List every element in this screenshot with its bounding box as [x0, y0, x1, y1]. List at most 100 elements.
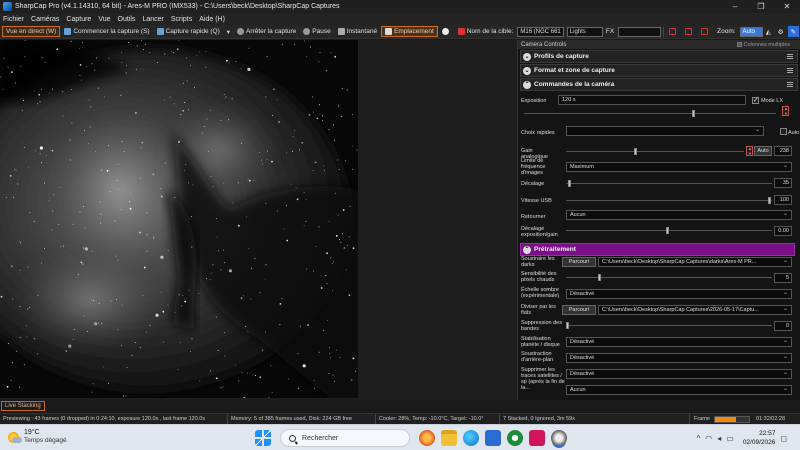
banding-slider-thumb[interactable] [566, 322, 569, 329]
gain-auto-button[interactable]: Auto [754, 146, 772, 156]
pause-button[interactable]: Pause [300, 26, 333, 37]
section-preprocessing[interactable]: ⌃ Prétraitement [520, 243, 795, 256]
quick-capture-dropdown[interactable]: ▾ [224, 26, 233, 37]
live-view-button[interactable]: Vue en direct (W) [2, 26, 61, 37]
usb-speed-slider[interactable] [566, 197, 772, 204]
satellite-trails-select[interactable]: Désactivé [566, 369, 792, 379]
snapshot-button[interactable]: Instantané [335, 26, 380, 37]
start-capture-button[interactable]: Commencer la capture (S) [61, 26, 152, 37]
astro-app-icon[interactable] [529, 430, 545, 446]
live-view-label: Vue en direct (W) [6, 28, 57, 35]
notification-icon[interactable]: ◻ [780, 434, 787, 443]
grid-icon[interactable] [698, 26, 713, 37]
exposure-gain-slider[interactable] [566, 227, 772, 234]
frame-rate-limit-select[interactable]: Maximum [566, 162, 792, 172]
flats-path-select[interactable]: C:\Users\beck\Desktop\SharpCap Captures\… [598, 305, 792, 315]
menu-file[interactable]: Fichier [3, 16, 24, 23]
hamburger-menu-icon[interactable] [787, 54, 793, 59]
weather-widget[interactable]: 19°C Temps dégagé [8, 429, 67, 445]
image-viewport[interactable] [0, 40, 517, 400]
reticle-icon[interactable] [682, 26, 697, 37]
menu-capture[interactable]: Capture [66, 16, 91, 23]
multi-columns-checkbox[interactable] [736, 42, 742, 47]
file-explorer-icon[interactable] [441, 430, 457, 446]
hot-pixel-value[interactable]: 5 [774, 273, 792, 283]
pin-icon[interactable]: ✎ [787, 26, 800, 37]
fx-select[interactable] [618, 26, 662, 37]
usb-speed-value[interactable]: 100 [774, 195, 792, 205]
gain-spinner[interactable] [746, 146, 753, 156]
exposure-gain-value[interactable]: 0.00 [774, 226, 792, 236]
chevron-up-icon[interactable]: ^ [696, 434, 700, 443]
taskbar-clock[interactable]: 22:57 02/09/2026 [743, 429, 776, 447]
target-icon [457, 28, 465, 35]
menu-help[interactable]: Aide (H) [199, 16, 225, 23]
live-stacking-tab[interactable]: Live Stacking [1, 401, 45, 411]
minimize-button[interactable]: – [722, 0, 748, 13]
menu-tools[interactable]: Outils [118, 16, 136, 23]
maximize-button[interactable]: ❐ [748, 0, 774, 13]
lx-mode-checkbox[interactable] [752, 96, 759, 104]
section-camera-controls[interactable]: ⌃ Commandes de la caméra [520, 78, 798, 91]
battery-icon[interactable]: ▭ [726, 434, 734, 443]
exposure-spinner[interactable] [782, 106, 789, 116]
menu-scripts[interactable]: Scripts [171, 16, 192, 23]
exposure-gain-slider-thumb[interactable] [666, 227, 669, 234]
banding-value[interactable]: 0 [774, 321, 792, 331]
framing-button[interactable]: Emplacement [381, 26, 438, 37]
edge-icon[interactable] [463, 430, 479, 446]
quick-capture-button[interactable]: Capture rapide (Q) [154, 26, 223, 37]
guiding-app-icon[interactable] [507, 430, 523, 446]
usb-speed-slider-thumb[interactable] [768, 197, 771, 204]
auto-exposure-checkbox[interactable] [780, 128, 787, 135]
background-subtraction-select[interactable]: Désactivé [566, 353, 792, 363]
hamburger-menu-icon[interactable] [787, 82, 793, 87]
windows-start-icon[interactable] [255, 430, 271, 446]
close-button[interactable]: ✕ [774, 0, 800, 13]
quick-choices-select[interactable] [566, 126, 764, 136]
record-button[interactable] [439, 26, 454, 37]
offset-slider-thumb[interactable] [568, 180, 571, 187]
target-button[interactable]: Nom de la cible: [455, 26, 517, 37]
menu-cameras[interactable]: Caméras [31, 16, 59, 23]
browse-darks-button[interactable]: Parcouri [562, 257, 596, 267]
hot-pixel-slider-thumb[interactable] [598, 274, 601, 281]
hamburger-menu-icon[interactable] [787, 68, 793, 73]
exposure-slider[interactable] [524, 110, 776, 117]
wifi-icon[interactable]: ◠ [705, 434, 712, 443]
stop-capture-button[interactable]: Arrêter la capture [234, 26, 299, 37]
hot-pixel-slider[interactable] [566, 274, 772, 281]
darks-path-select[interactable]: C:\Users\beck\Desktop\SharpCap Captures\… [598, 257, 792, 267]
banding-slider[interactable] [566, 322, 772, 329]
offset-slider[interactable] [566, 180, 772, 187]
offset-value[interactable]: 35 [774, 178, 792, 188]
zoom-select[interactable]: Auto [739, 26, 763, 37]
flip-select[interactable]: Aucun [566, 210, 792, 220]
section-format[interactable]: ⌄ Format et zone de capture [520, 64, 798, 77]
histogram-icon[interactable] [666, 26, 681, 37]
target-name-select[interactable]: M16 (NGC 661 [517, 26, 564, 37]
extra-option-select[interactable]: Aucun [566, 385, 792, 395]
settings-icon[interactable]: ⚙ [775, 26, 787, 37]
gain-slider-thumb[interactable] [634, 148, 637, 155]
taskbar-search-input[interactable]: Rechercher [280, 429, 410, 447]
gain-value[interactable]: 238 [774, 146, 792, 156]
menu-run[interactable]: Lancer [142, 16, 163, 23]
contrast-icon[interactable]: ◭ [763, 26, 774, 37]
section-profiles[interactable]: ⌄ Profils de capture [520, 50, 798, 63]
exposure-input[interactable]: 120 s [558, 95, 746, 105]
dark-scale-select[interactable]: Désactivé [566, 289, 792, 299]
multi-columns-toggle[interactable]: Colonnes multiples [736, 40, 790, 49]
browser-icon[interactable] [419, 430, 435, 446]
menu-view[interactable]: Vue [98, 16, 110, 23]
gain-slider[interactable] [566, 148, 744, 155]
sharpcap-taskbar-icon[interactable] [551, 430, 567, 446]
store-icon[interactable] [485, 430, 501, 446]
frame-type-select[interactable]: Lights [566, 26, 603, 37]
framing-label: Emplacement [394, 28, 434, 35]
browse-flats-button[interactable]: Parcouri [562, 305, 596, 315]
exposure-gain-offset-label: Décalage exposition/gain [521, 226, 558, 238]
stabilization-select[interactable]: Désactivé [566, 337, 792, 347]
speaker-icon[interactable]: ◂ [717, 434, 721, 443]
exposure-slider-thumb[interactable] [692, 110, 695, 117]
